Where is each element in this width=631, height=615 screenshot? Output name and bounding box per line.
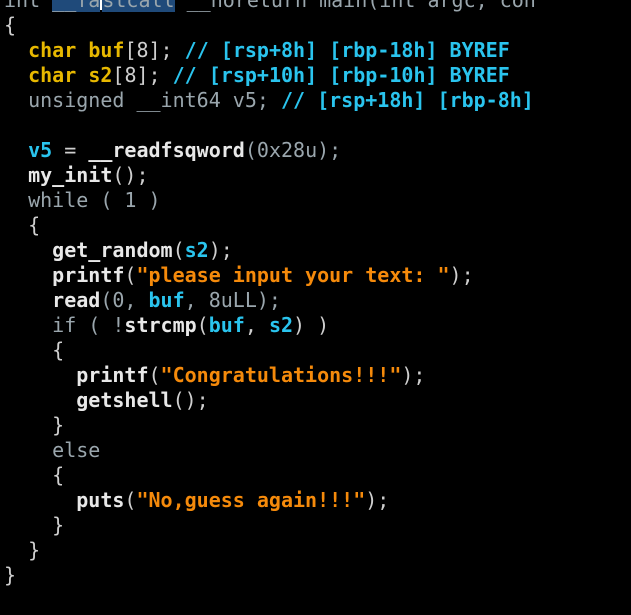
code-line[interactable]: {: [4, 463, 64, 488]
code-token: buf: [208, 313, 245, 337]
code-line[interactable]: read(0, buf, 8uLL);: [4, 288, 281, 313]
code-token: stcall: [102, 0, 175, 12]
code-token: char: [28, 63, 77, 87]
code-line[interactable]: unsigned __int64 v5; // [rsp+18h] [rbp-8…: [4, 88, 534, 113]
code-token: s2: [184, 238, 209, 262]
code-token: "please input your text: ": [136, 263, 450, 287]
code-token: else: [4, 438, 101, 462]
code-token: "No,guess again!!!": [136, 488, 366, 512]
code-token: {: [4, 13, 17, 37]
code-token: (: [124, 488, 137, 512]
code-token: v5: [28, 138, 53, 162]
code-token: buf: [88, 38, 125, 62]
code-token: ();: [112, 163, 149, 187]
code-token: __noreturn main(int argc, con: [174, 0, 536, 12]
code-token: (0x28u);: [244, 138, 342, 162]
code-token: my_init: [28, 163, 113, 187]
code-token: [8];: [112, 63, 173, 87]
code-token: (: [124, 263, 137, 287]
code-token: [8];: [124, 38, 185, 62]
code-line[interactable]: puts("No,guess again!!!");: [4, 488, 389, 513]
code-token: printf: [76, 363, 149, 387]
code-token: =: [52, 138, 89, 162]
code-line[interactable]: printf("please input your text: ");: [4, 263, 474, 288]
code-line[interactable]: printf("Congratulations!!!");: [4, 363, 425, 388]
pseudocode-view[interactable]: int __fa stcall __noreturn main(int argc,…: [0, 0, 631, 615]
code-token: (: [172, 238, 185, 262]
code-line[interactable]: getshell();: [4, 388, 209, 413]
code-token: __fa: [52, 0, 101, 12]
code-token: printf: [52, 263, 125, 287]
code-line[interactable]: char s2[8]; // [rsp+10h] [rbp-10h] BYREF: [4, 63, 510, 88]
code-token: );: [208, 238, 233, 262]
code-line[interactable]: get_random(s2);: [4, 238, 233, 263]
code-line[interactable]: {: [4, 338, 64, 363]
code-token: }: [4, 538, 41, 562]
code-token: if ( !: [4, 313, 125, 337]
code-token: {: [4, 463, 65, 487]
code-token: s2: [88, 63, 113, 87]
code-line[interactable]: my_init();: [4, 163, 149, 188]
code-token: }: [4, 513, 65, 537]
code-token: "Congratulations!!!": [160, 363, 402, 387]
code-token: puts: [76, 488, 125, 512]
code-line[interactable]: while ( 1 ): [4, 188, 161, 213]
code-line[interactable]: }: [4, 513, 64, 538]
code-token: ();: [172, 388, 209, 412]
code-token: );: [449, 263, 474, 287]
code-token: (: [196, 313, 209, 337]
code-line[interactable]: if ( !strcmp(buf, s2) ): [4, 313, 329, 338]
code-token: while ( 1 ): [4, 188, 161, 212]
code-token: buf: [148, 288, 185, 312]
code-token: {: [4, 213, 41, 237]
code-line[interactable]: v5 = __readfsqword(0x28u);: [4, 138, 341, 163]
code-token: unsigned __int64 v5;: [4, 88, 281, 112]
code-token: // [rsp+8h] [rbp-18h] BYREF: [184, 38, 510, 62]
code-token: __readfsqword: [88, 138, 245, 162]
code-line[interactable]: {: [4, 213, 40, 238]
code-token: getshell: [76, 388, 173, 412]
code-token: int: [4, 0, 53, 12]
code-line[interactable]: }: [4, 538, 40, 563]
code-token: {: [4, 338, 65, 362]
code-token: s2: [268, 313, 294, 337]
code-line[interactable]: else: [4, 438, 100, 463]
code-line[interactable]: }: [4, 563, 16, 588]
code-token: (: [148, 363, 161, 387]
code-token: strcmp: [124, 313, 197, 337]
code-token: char: [28, 38, 77, 62]
code-token: get_random: [52, 238, 173, 262]
code-token: , 8uLL);: [184, 288, 281, 312]
code-token: );: [365, 488, 390, 512]
code-line[interactable]: int __fa stcall __noreturn main(int argc,…: [4, 0, 536, 13]
code-token: }: [4, 413, 65, 437]
code-token: );: [401, 363, 426, 387]
code-token: // [rsp+18h] [rbp-8h]: [280, 88, 534, 112]
code-line[interactable]: }: [4, 413, 64, 438]
code-token: (0,: [100, 288, 149, 312]
code-token: // [rsp+10h] [rbp-10h] BYREF: [172, 63, 510, 87]
code-token: ) ): [293, 313, 330, 337]
code-line[interactable]: {: [4, 13, 16, 38]
code-token: }: [4, 563, 17, 587]
code-token: ,: [244, 313, 269, 337]
code-line[interactable]: char buf[8]; // [rsp+8h] [rbp-18h] BYREF: [4, 38, 510, 63]
code-token: read: [52, 288, 101, 312]
